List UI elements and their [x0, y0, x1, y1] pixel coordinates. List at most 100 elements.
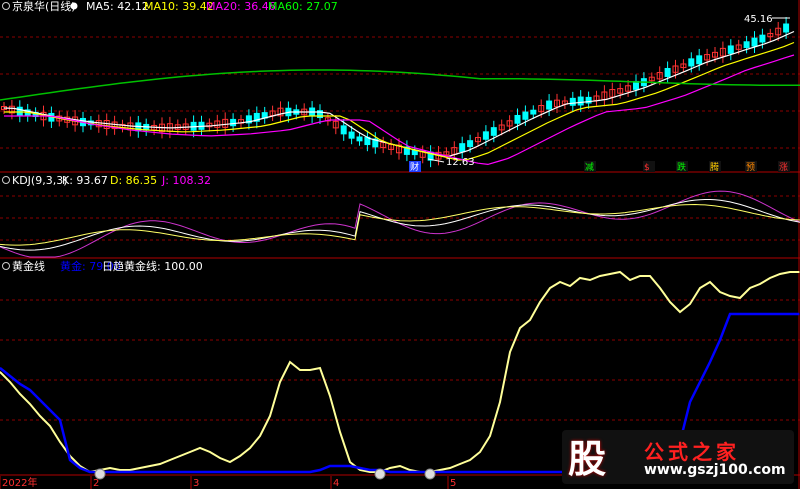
series-point	[129, 469, 131, 471]
x-axis: 2022年 2 3 4 5	[0, 476, 456, 489]
series-point	[319, 367, 321, 369]
series-point	[589, 279, 591, 281]
series-point	[269, 415, 271, 417]
candle-body	[482, 131, 489, 140]
kdj-j-line	[0, 190, 800, 258]
series-point	[69, 459, 71, 461]
watermark-logo: 股 公式之家 www.gszj100.com	[562, 430, 794, 484]
watermark-url: www.gszj100.com	[644, 462, 786, 478]
series-point	[469, 459, 471, 461]
series-point	[509, 351, 511, 353]
series-point	[609, 273, 611, 275]
series-point	[9, 375, 11, 377]
series-point	[289, 361, 291, 363]
series-point	[669, 301, 671, 303]
candle-body	[490, 127, 497, 136]
series-point	[279, 471, 281, 473]
series-point	[539, 471, 541, 473]
series-point	[259, 471, 261, 473]
watermark-big-glyph: 股	[568, 436, 607, 481]
series-point	[699, 287, 701, 289]
candle-body	[743, 41, 750, 48]
series-point	[479, 451, 481, 453]
series-point	[689, 303, 691, 305]
series-point	[739, 313, 741, 315]
series-point	[439, 469, 441, 471]
watermark-title: 公式之家	[644, 440, 740, 464]
legend-item: MA20: 36.46	[206, 0, 276, 13]
series-point	[339, 465, 341, 467]
series-point	[639, 275, 641, 277]
series-point	[439, 471, 441, 473]
series-point	[329, 395, 331, 397]
series-point	[449, 467, 451, 469]
series-point	[109, 471, 111, 473]
legend-item: K: 93.67	[62, 174, 108, 187]
series-point	[759, 313, 761, 315]
series-point	[349, 461, 351, 463]
series-point	[159, 463, 161, 465]
series-point	[319, 469, 321, 471]
candle-body	[546, 100, 553, 110]
series-point	[329, 465, 331, 467]
series-point	[289, 471, 291, 473]
series-point	[119, 469, 121, 471]
legend-toggle-icon	[2, 262, 10, 270]
candle-body	[467, 140, 474, 148]
series-point	[539, 301, 541, 303]
series-point	[509, 471, 511, 473]
series-point	[149, 471, 151, 473]
series-point	[789, 271, 791, 273]
marker-cai: 财	[410, 161, 419, 173]
event-tag: 涨	[779, 162, 788, 173]
candle-body	[459, 143, 466, 153]
series-point	[39, 415, 41, 417]
series-point	[719, 339, 721, 341]
series-point	[159, 471, 161, 473]
series-point	[719, 291, 721, 293]
series-point	[209, 451, 211, 453]
series-point	[119, 471, 121, 473]
candle-body	[514, 114, 521, 124]
kdj-k-line	[0, 199, 800, 251]
series-point	[59, 441, 61, 443]
series-point	[749, 313, 751, 315]
series-point	[419, 471, 421, 473]
candle-body	[664, 67, 671, 77]
series-point	[219, 457, 221, 459]
series-point	[219, 471, 221, 473]
series-point	[519, 471, 521, 473]
series-point	[19, 383, 21, 385]
series-point	[479, 471, 481, 473]
series-point	[739, 297, 741, 299]
event-tag: 腾	[710, 161, 719, 173]
candle-body	[751, 37, 758, 47]
series-point	[399, 471, 401, 473]
series-point	[9, 381, 11, 383]
series-point	[169, 459, 171, 461]
series-point	[779, 273, 781, 275]
series-point	[559, 471, 561, 473]
series-point	[59, 419, 61, 421]
event-tag: $	[644, 163, 650, 173]
series-point	[489, 435, 491, 437]
candle-body	[688, 58, 695, 67]
series-point	[519, 327, 521, 329]
series-point	[499, 401, 501, 403]
legend-title: KDJ(9,3,3)	[12, 174, 68, 187]
candle-body	[569, 97, 576, 106]
series-point	[369, 469, 371, 471]
series-point	[709, 281, 711, 283]
series-point	[459, 471, 461, 473]
series-point	[679, 311, 681, 313]
series-point	[549, 287, 551, 289]
series-point	[309, 369, 311, 371]
series-point	[199, 471, 201, 473]
series-point	[309, 471, 311, 473]
series-point	[459, 463, 461, 465]
series-point	[729, 295, 731, 297]
legend-item: J: 108.32	[161, 174, 211, 187]
series-point	[689, 401, 691, 403]
series-point	[169, 471, 171, 473]
series-point	[109, 467, 111, 469]
